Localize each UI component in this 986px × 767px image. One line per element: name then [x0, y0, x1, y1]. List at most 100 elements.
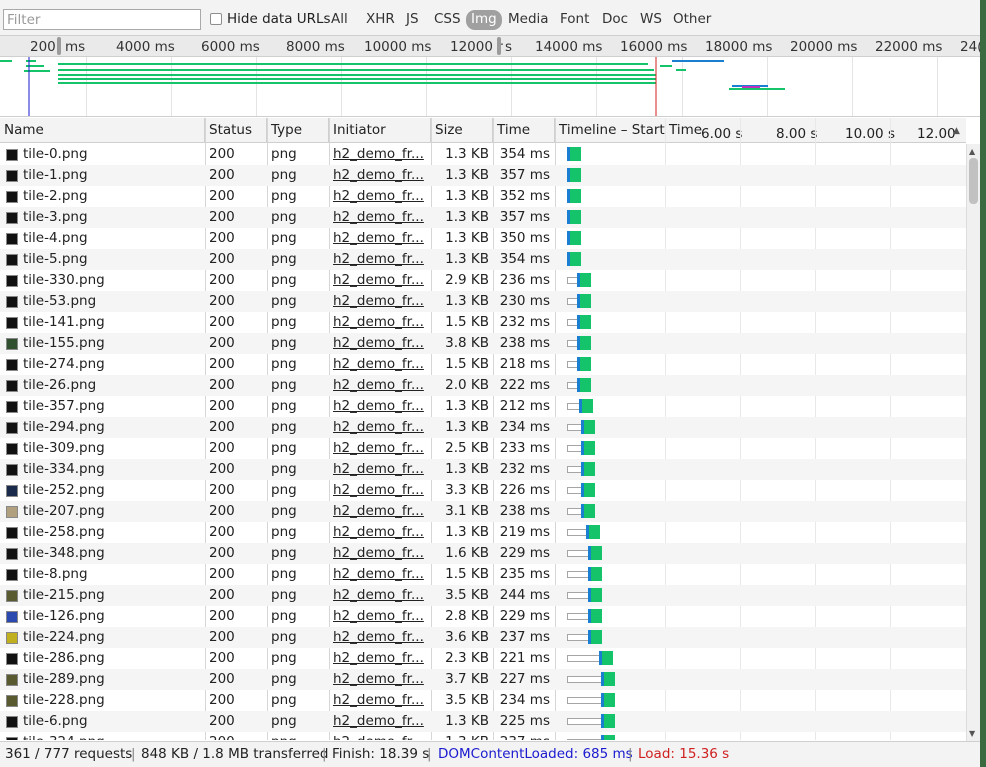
request-time: 218 ms	[499, 356, 550, 372]
request-initiator[interactable]: h2_demo_fr...	[333, 606, 430, 627]
column-header-name[interactable]: Name	[0, 118, 205, 143]
request-status: 200	[209, 251, 235, 267]
request-initiator[interactable]: h2_demo_fr...	[333, 669, 430, 690]
overview-left-handle[interactable]	[57, 37, 61, 55]
type-filter-js[interactable]: JS	[406, 10, 419, 30]
vertical-scrollbar[interactable]: ▲ ▼	[966, 144, 980, 741]
image-file-icon	[6, 359, 18, 371]
request-row[interactable]: tile-8.png 200 png h2_demo_fr... 1.5 KB 235 m…	[0, 564, 966, 585]
column-header-type[interactable]: Type	[267, 118, 329, 143]
request-initiator[interactable]: h2_demo_fr...	[333, 522, 430, 543]
request-row[interactable]: tile-5.png 200 png h2_demo_fr... 1.3 KB 354 m…	[0, 249, 966, 270]
request-row[interactable]: tile-348.png 200 png h2_demo_fr... 1.6 KB 229…	[0, 543, 966, 564]
request-initiator[interactable]: h2_demo_fr...	[333, 375, 430, 396]
request-row[interactable]: tile-3.png 200 png h2_demo_fr... 1.3 KB 357 m…	[0, 207, 966, 228]
request-row[interactable]: tile-4.png 200 png h2_demo_fr... 1.3 KB 350 m…	[0, 228, 966, 249]
request-row[interactable]: tile-155.png 200 png h2_demo_fr... 3.8 KB 238…	[0, 333, 966, 354]
request-row[interactable]: tile-141.png 200 png h2_demo_fr... 1.5 KB 232…	[0, 312, 966, 333]
request-initiator[interactable]: h2_demo_fr...	[333, 270, 430, 291]
sort-ascending-icon[interactable]: ▲	[953, 126, 960, 136]
request-row[interactable]: tile-2.png 200 png h2_demo_fr... 1.3 KB 352 m…	[0, 186, 966, 207]
type-filter-css[interactable]: CSS	[434, 10, 461, 30]
request-initiator[interactable]: h2_demo_fr...	[333, 480, 430, 501]
timeline-overview[interactable]: 200 ms 4000 ms 6000 ms 8000 ms 10000 ms …	[0, 36, 980, 117]
request-row[interactable]: tile-258.png 200 png h2_demo_fr... 1.3 KB 219…	[0, 522, 966, 543]
request-row[interactable]: tile-207.png 200 png h2_demo_fr... 3.1 KB 238…	[0, 501, 966, 522]
image-file-icon	[6, 422, 18, 434]
request-row[interactable]: tile-334.png 200 png h2_demo_fr... 1.3 KB 232…	[0, 459, 966, 480]
request-row[interactable]: tile-228.png 200 png h2_demo_fr... 3.5 KB 234…	[0, 690, 966, 711]
request-row[interactable]: tile-0.png 200 png h2_demo_fr... 1.3 KB 354 m…	[0, 144, 966, 165]
type-filter-xhr[interactable]: XHR	[366, 10, 395, 30]
hide-data-urls-checkbox[interactable]	[210, 13, 222, 25]
triangle-down-icon[interactable]: ▼	[969, 729, 975, 738]
request-row[interactable]: tile-330.png 200 png h2_demo_fr... 2.9 KB 236…	[0, 270, 966, 291]
request-initiator[interactable]: h2_demo_fr...	[333, 144, 430, 165]
column-header-status[interactable]: Status	[205, 118, 267, 143]
request-row[interactable]: tile-289.png 200 png h2_demo_fr... 3.7 KB 227…	[0, 669, 966, 690]
request-initiator[interactable]: h2_demo_fr...	[333, 417, 430, 438]
request-row[interactable]: tile-215.png 200 png h2_demo_fr... 3.5 KB 244…	[0, 585, 966, 606]
request-row[interactable]: tile-126.png 200 png h2_demo_fr... 2.8 KB 229…	[0, 606, 966, 627]
request-initiator[interactable]: h2_demo_fr...	[333, 165, 430, 186]
overview-right-handle[interactable]	[497, 37, 501, 55]
request-row[interactable]: tile-324.png 200 png h2_demo_fr...1.3 KB 237…	[0, 732, 966, 740]
request-name: tile-286.png	[23, 650, 105, 666]
column-header-timeline[interactable]: Timeline – Start Time	[555, 118, 966, 143]
column-header-initiator[interactable]: Initiator	[329, 118, 431, 143]
type-filter-ws[interactable]: WS	[640, 10, 662, 30]
request-size: 1.3 KB	[445, 167, 489, 183]
type-filter-font[interactable]: Font	[560, 10, 589, 30]
overview-tick: 200	[30, 39, 56, 55]
request-row[interactable]: tile-274.png 200 png h2_demo_fr... 1.5 KB 218…	[0, 354, 966, 375]
column-header-size[interactable]: Size	[431, 118, 493, 143]
request-row[interactable]: tile-53.png 200 png h2_demo_fr... 1.3 KB 230 …	[0, 291, 966, 312]
request-initiator[interactable]: h2_demo_fr...	[333, 207, 430, 228]
request-row[interactable]: tile-357.png 200 png h2_demo_fr... 1.3 KB 212…	[0, 396, 966, 417]
request-initiator[interactable]: h2_demo_fr...	[333, 564, 430, 585]
request-initiator[interactable]: h2_demo_fr...	[333, 543, 430, 564]
request-row[interactable]: tile-6.png 200 png h2_demo_fr... 1.3 KB 225 m…	[0, 711, 966, 732]
type-filter-media[interactable]: Media	[508, 10, 549, 30]
request-initiator[interactable]: h2_demo_fr...	[333, 312, 430, 333]
request-row[interactable]: tile-294.png 200 png h2_demo_fr... 1.3 KB 234…	[0, 417, 966, 438]
scrollbar-thumb[interactable]	[969, 158, 978, 204]
request-row[interactable]: tile-252.png 200 png h2_demo_fr... 3.3 KB 226…	[0, 480, 966, 501]
hide-data-urls-toggle[interactable]: Hide data URLs	[210, 11, 331, 27]
type-filter-all[interactable]: All	[331, 10, 348, 30]
request-type: png	[271, 146, 297, 162]
request-initiator[interactable]: h2_demo_fr...	[333, 396, 430, 417]
timeline-tick-label: 10.00 s	[845, 126, 895, 142]
request-initiator[interactable]: h2_demo_fr...	[333, 711, 430, 732]
request-initiator[interactable]: h2_demo_fr...	[333, 459, 430, 480]
request-initiator[interactable]: h2_demo_fr...	[333, 333, 430, 354]
request-initiator[interactable]: h2_demo_fr...	[333, 627, 430, 648]
request-initiator[interactable]: h2_demo_fr...	[333, 249, 430, 270]
type-filter-other[interactable]: Other	[673, 10, 711, 30]
load-time: Load: 15.36 s	[638, 746, 730, 762]
request-initiator[interactable]: h2_demo_fr...	[333, 438, 430, 459]
request-initiator[interactable]: h2_demo_fr...	[333, 648, 430, 669]
request-initiator[interactable]: h2_demo_fr...	[333, 585, 430, 606]
request-size: 1.3 KB	[445, 524, 489, 540]
overview-tick: 22000 ms	[875, 39, 943, 55]
request-row[interactable]: tile-224.png 200 png h2_demo_fr... 3.6 KB 237…	[0, 627, 966, 648]
type-filter-doc[interactable]: Doc	[602, 10, 628, 30]
request-row[interactable]: tile-286.png 200 png h2_demo_fr... 2.3 KB 221…	[0, 648, 966, 669]
request-row[interactable]: tile-309.png 200 png h2_demo_fr... 2.5 KB 233…	[0, 438, 966, 459]
filter-input[interactable]	[3, 9, 201, 30]
request-initiator[interactable]: h2_demo_fr...	[333, 354, 430, 375]
request-initiator[interactable]: h2_demo_fr...	[333, 732, 430, 740]
request-initiator[interactable]: h2_demo_fr...	[333, 291, 430, 312]
column-header-time[interactable]: Time	[493, 118, 555, 143]
request-initiator[interactable]: h2_demo_fr...	[333, 501, 430, 522]
request-initiator[interactable]: h2_demo_fr...	[333, 186, 430, 207]
triangle-up-icon[interactable]: ▲	[969, 147, 975, 156]
request-time: 233 ms	[499, 440, 550, 456]
request-initiator[interactable]: h2_demo_fr...	[333, 228, 430, 249]
type-filter-img[interactable]: Img	[466, 10, 502, 30]
request-initiator[interactable]: h2_demo_fr...	[333, 690, 430, 711]
request-time: 229 ms	[499, 608, 550, 624]
request-row[interactable]: tile-1.png 200 png h2_demo_fr... 1.3 KB 357 m…	[0, 165, 966, 186]
request-row[interactable]: tile-26.png 200 png h2_demo_fr... 2.0 KB 222 …	[0, 375, 966, 396]
